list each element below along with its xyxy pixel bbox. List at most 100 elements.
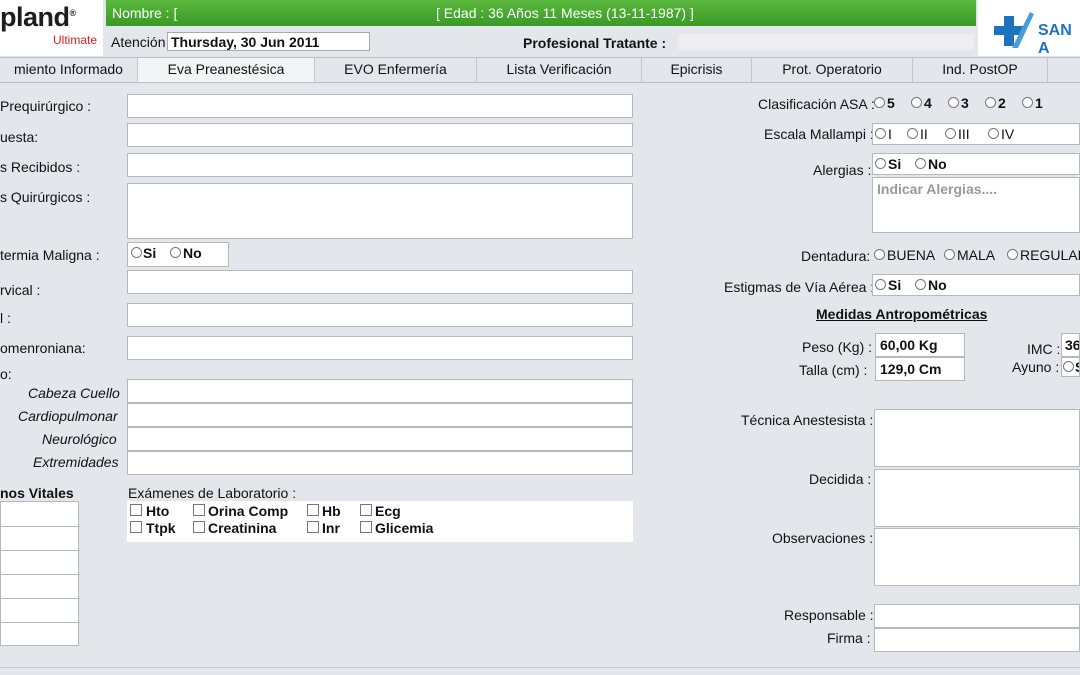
mallampi-iv-radio[interactable]: [988, 128, 999, 139]
cabeza-label: Cabeza Cuello: [28, 385, 120, 401]
asa-2-label: 2: [998, 95, 1006, 111]
tab-epicrisis[interactable]: Epicrisis: [642, 58, 752, 82]
recibidos-input[interactable]: [127, 153, 633, 177]
alergias-textarea[interactable]: Indicar Alergias....: [872, 177, 1080, 233]
cardio-label: Cardiopulmonar: [18, 408, 118, 424]
creatinina-checkbox[interactable]: [193, 521, 205, 533]
firma-input[interactable]: [874, 628, 1080, 652]
atencion-label: Atención: [111, 34, 166, 50]
tab-evo-enfermeria[interactable]: EVO Enfermería: [315, 58, 477, 82]
tecnica-textarea[interactable]: [874, 409, 1080, 467]
dentadura-mala-radio[interactable]: [944, 249, 955, 260]
tab-eva-preanestesica[interactable]: Eva Preanestésica: [138, 58, 315, 82]
ayuno-label: Ayuno :: [1012, 359, 1060, 375]
neuro-input[interactable]: [127, 427, 633, 451]
talla-input[interactable]: 129,0 Cm: [875, 357, 965, 381]
signos-vitales-table: [0, 501, 80, 646]
imc-input[interactable]: 36: [1061, 333, 1080, 357]
logo-text: pland®: [0, 2, 76, 32]
estigmas-si-radio[interactable]: [875, 279, 886, 290]
estigmas-options: Si No: [872, 274, 1080, 296]
cardio-input[interactable]: [127, 403, 633, 427]
dentadura-regular-radio[interactable]: [1007, 249, 1018, 260]
mallampi-i-label: I: [888, 126, 892, 142]
hb-label: Hb: [322, 503, 341, 519]
glicemia-checkbox[interactable]: [360, 521, 372, 533]
hipertermia-si-radio[interactable]: [131, 247, 142, 258]
asa-5-label: 5: [887, 95, 895, 111]
extremidades-input[interactable]: [127, 451, 633, 475]
tab-lista-verificacion[interactable]: Lista Verificación: [477, 58, 642, 82]
propuesta-input[interactable]: [127, 123, 633, 147]
observaciones-textarea[interactable]: [874, 528, 1080, 586]
hb-checkbox[interactable]: [307, 504, 319, 516]
hipertermia-si-label: Si: [143, 245, 157, 261]
mallampi-ii-label: II: [920, 126, 928, 142]
patient-age: [ Edad : 36 Años 11 Meses (13-11-1987) ]: [436, 5, 694, 21]
ttpk-checkbox[interactable]: [130, 521, 142, 533]
mallampi-i-radio[interactable]: [875, 128, 886, 139]
omenroniana-input[interactable]: [127, 336, 633, 360]
ecg-checkbox[interactable]: [360, 504, 372, 516]
omenroniana-label: omenroniana:: [0, 340, 86, 356]
hto-checkbox[interactable]: [130, 504, 142, 516]
neuro-label: Neurológico: [42, 431, 117, 447]
hipertermia-options: Si No: [127, 242, 229, 267]
dentadura-buena-label: BUENA: [887, 247, 936, 263]
lab-box: Hto Orina Comp Hb Ecg Ttpk Creatinina In…: [127, 501, 633, 542]
alergias-si-radio[interactable]: [875, 158, 886, 169]
asa-1-radio[interactable]: [1022, 97, 1033, 108]
ayuno-options: S: [1061, 357, 1080, 377]
tab-ind-postop[interactable]: Ind. PostOP: [913, 58, 1048, 82]
mallampi-ii-radio[interactable]: [907, 128, 918, 139]
dentadura-label: Dentadura:: [801, 248, 871, 264]
asa-3-radio[interactable]: [948, 97, 959, 108]
alergias-placeholder: Indicar Alergias....: [877, 181, 998, 197]
peso-input[interactable]: 60,00 Kg: [875, 333, 965, 357]
tecnica-label: Técnica Anestesista :: [741, 412, 874, 428]
prequirurgico-label: Prequirúrgico :: [0, 98, 92, 114]
profesional-field[interactable]: [678, 34, 974, 50]
estigmas-no-radio[interactable]: [915, 279, 926, 290]
mallampi-iii-label: III: [958, 126, 970, 142]
hipertermia-no-radio[interactable]: [170, 247, 181, 258]
asa-4-radio[interactable]: [911, 97, 922, 108]
l-input[interactable]: [127, 303, 633, 327]
dentadura-mala-label: MALA: [957, 247, 996, 263]
examen-label: o:: [0, 366, 12, 382]
cabeza-input[interactable]: [127, 379, 633, 403]
profesional-label: Profesional Tratante :: [523, 35, 667, 51]
l-label: l :: [0, 310, 11, 326]
quirurgicos-textarea[interactable]: [127, 183, 633, 239]
atencion-date-field[interactable]: Thursday, 30 Jun 2011: [167, 32, 370, 51]
ecg-label: Ecg: [375, 503, 401, 519]
clinic-name: SAN A: [1038, 22, 1072, 57]
asa-5-radio[interactable]: [874, 97, 885, 108]
creatinina-label: Creatinina: [208, 520, 277, 536]
tab-consentimiento[interactable]: miento Informado: [0, 58, 138, 82]
asa-1-label: 1: [1035, 95, 1043, 111]
recibidos-label: s Recibidos :: [0, 159, 81, 175]
talla-label: Talla (cm) :: [799, 362, 868, 378]
inr-checkbox[interactable]: [307, 521, 319, 533]
decidida-textarea[interactable]: [874, 469, 1080, 527]
responsable-input[interactable]: [874, 604, 1080, 628]
firma-label: Firma :: [827, 630, 871, 646]
orina-checkbox[interactable]: [193, 504, 205, 516]
cervical-input[interactable]: [127, 270, 633, 294]
dentadura-buena-radio[interactable]: [874, 249, 885, 260]
alergias-no-radio[interactable]: [915, 158, 926, 169]
mallampi-iii-radio[interactable]: [945, 128, 956, 139]
alergias-options: Si No: [872, 153, 1080, 175]
alergias-label: Alergias :: [813, 162, 872, 178]
propuesta-label: uesta:: [0, 129, 39, 145]
tab-prot-operatorio[interactable]: Prot. Operatorio: [752, 58, 913, 82]
inr-label: Inr: [322, 520, 340, 536]
asa-2-radio[interactable]: [985, 97, 996, 108]
ayuno-si-radio[interactable]: [1063, 361, 1074, 372]
orina-label: Orina Comp: [208, 503, 289, 519]
estigmas-si-label: Si: [888, 277, 902, 293]
prequirurgico-input[interactable]: [127, 94, 633, 118]
peso-label: Peso (Kg) :: [802, 339, 873, 355]
dentadura-regular-label: REGULAR: [1020, 247, 1080, 263]
